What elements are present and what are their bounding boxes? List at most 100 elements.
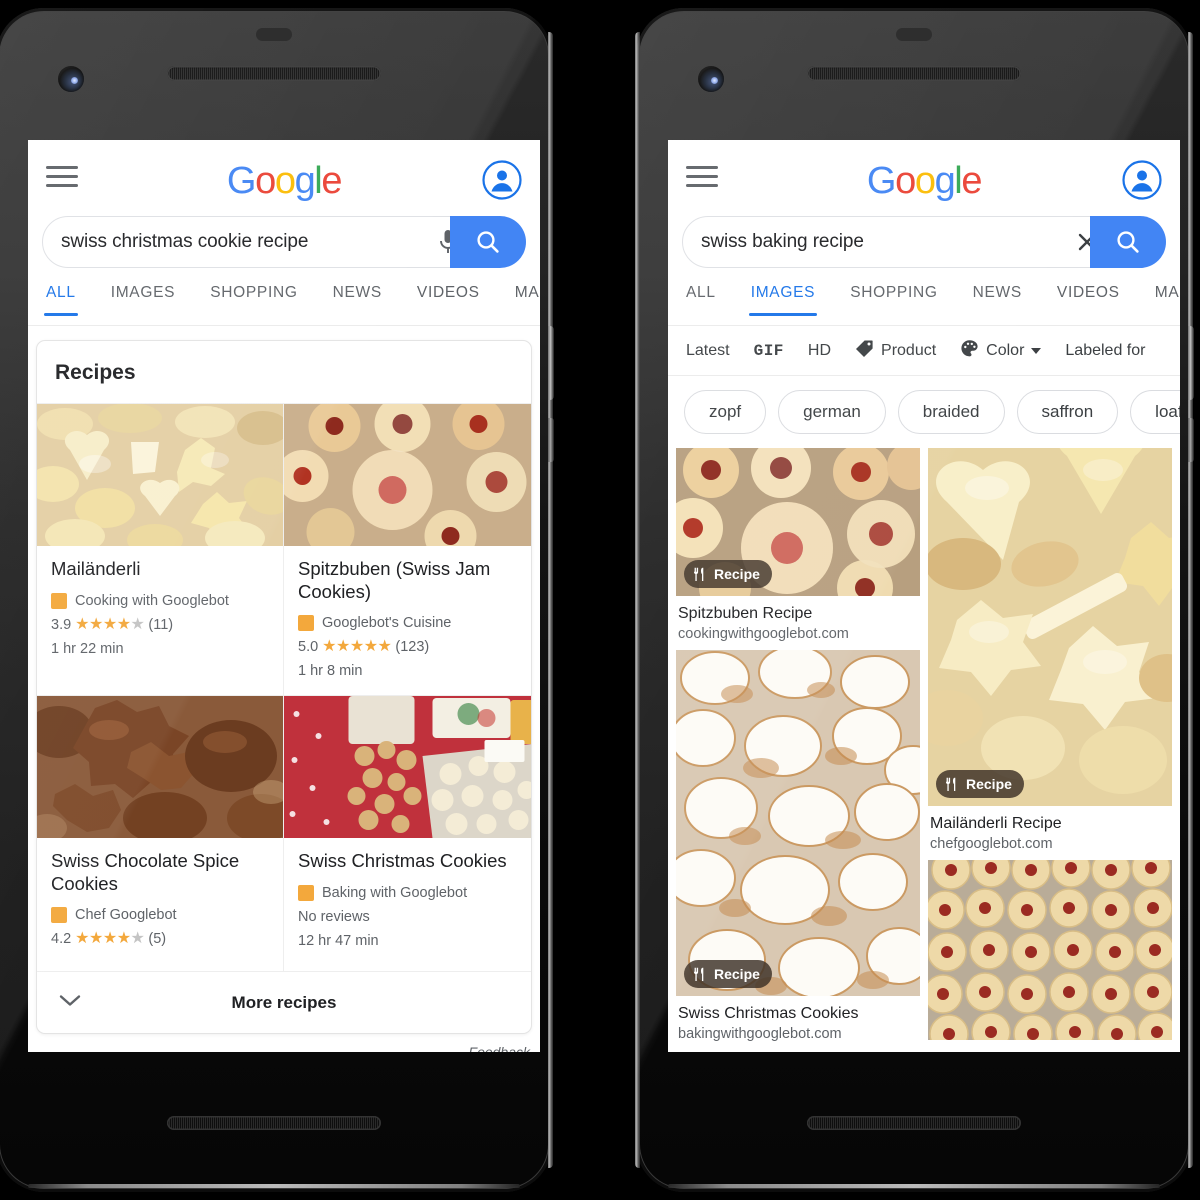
recipe-source-row: Googlebot's Cuisine: [298, 615, 517, 632]
image-caption: Swiss Christmas Cookies bakingwithgoogle…: [676, 996, 920, 1042]
tab-maps[interactable]: MAPS: [1155, 282, 1180, 302]
tab-shopping[interactable]: SHOPPING: [850, 282, 937, 302]
earpiece-speaker: [167, 66, 381, 81]
image-result-item[interactable]: Recipe Swiss Christmas Cookies bakingwit…: [676, 650, 920, 1042]
power-button[interactable]: [548, 326, 554, 400]
image-title: Spitzbuben Recipe: [678, 605, 813, 622]
recipe-source-row: Baking with Googlebot: [298, 884, 517, 901]
tab-images[interactable]: IMAGES: [748, 282, 817, 316]
palette-icon: [960, 339, 979, 363]
recipe-badge: Recipe: [684, 560, 772, 588]
recipe-source: Googlebot's Cuisine: [322, 615, 452, 632]
screenshot-stage: Google swiss christmas cookie recipe ALL…: [0, 0, 1200, 1200]
search-input[interactable]: swiss baking recipe: [682, 216, 1118, 268]
logo-letter: o: [255, 160, 276, 202]
recipe-source-row: Chef Googlebot: [51, 907, 269, 924]
rating-stars-icon: ★★★★★: [75, 930, 145, 948]
image-result-item[interactable]: [928, 860, 1172, 1040]
phone-right-rail: [548, 32, 553, 1168]
chip-german[interactable]: german: [778, 390, 886, 434]
recipe-card-item[interactable]: Mailänderli Cooking with Googlebot 3.9 ★…: [37, 403, 284, 696]
filter-gif[interactable]: GIF: [754, 342, 784, 360]
recipes-card-title: Recipes: [55, 361, 136, 384]
filter-latest[interactable]: Latest: [686, 342, 730, 360]
filter-hd[interactable]: HD: [808, 342, 831, 360]
recipe-card-item[interactable]: Swiss Christmas Cookies Baking with Goog…: [284, 695, 531, 971]
recipe-name: Swiss Christmas Cookies: [298, 850, 507, 872]
tab-images[interactable]: IMAGES: [111, 282, 176, 302]
chip-saffron[interactable]: saffron: [1016, 390, 1119, 434]
hamburger-icon[interactable]: [46, 166, 78, 190]
chip-loaf[interactable]: loaf: [1130, 390, 1180, 434]
chevron-down-icon: [59, 993, 81, 1012]
recipe-source: Cooking with Googlebot: [75, 592, 229, 609]
tab-videos[interactable]: VIDEOS: [1057, 282, 1120, 302]
recipe-review-count: No reviews: [298, 908, 370, 925]
recipe-card-item[interactable]: Spitzbuben (Swiss Jam Cookies) Googlebot…: [284, 403, 531, 695]
filter-label: GIF: [753, 341, 784, 360]
filter-product[interactable]: Product: [855, 339, 936, 363]
phone-bottom-rail: [668, 1184, 1160, 1188]
recipes-grid: Mailänderli Cooking with Googlebot 3.9 ★…: [37, 403, 531, 972]
image-results-grid: Recipe Spitzbuben Recipe cookingwithgoog…: [668, 448, 1180, 1042]
image-result-item[interactable]: Recipe Spitzbuben Recipe cookingwithgoog…: [676, 448, 920, 642]
hamburger-icon[interactable]: [686, 166, 718, 190]
recipe-rating-row: 3.9 ★★★★★ (11): [51, 616, 269, 633]
recipe-source: Baking with Googlebot: [322, 884, 468, 901]
more-recipes-button[interactable]: More recipes: [37, 971, 531, 1033]
image-thumbnail-coconut-macaroons[interactable]: Recipe: [676, 650, 920, 996]
search-input[interactable]: swiss christmas cookie recipe: [42, 216, 478, 268]
search-submit-button[interactable]: [1090, 216, 1166, 268]
search-submit-button[interactable]: [450, 216, 526, 268]
image-thumbnail-spitzbuben[interactable]: Recipe: [676, 448, 920, 596]
recipe-rating-row: 5.0 ★★★★★ (123): [298, 639, 517, 656]
favicon-icon: [298, 615, 314, 632]
filter-labeled-for[interactable]: Labeled for: [1065, 342, 1145, 360]
logo-letter: o: [895, 160, 916, 202]
image-results-column-left: Recipe Spitzbuben Recipe cookingwithgoog…: [676, 448, 920, 1042]
filter-color[interactable]: Color: [960, 339, 1042, 363]
recipe-review-count: (5): [148, 931, 167, 948]
search-query-text: swiss baking recipe: [701, 231, 864, 252]
logo-letter: G: [866, 160, 897, 202]
recipe-name: Spitzbuben (Swiss Jam Cookies): [298, 558, 491, 602]
related-chips-row: zopf german braided saffron loaf: [668, 376, 1180, 448]
tab-videos[interactable]: VIDEOS: [417, 282, 480, 302]
image-thumbnail-linzer-tray[interactable]: [928, 860, 1172, 1040]
tab-news[interactable]: NEWS: [333, 282, 382, 302]
image-result-item[interactable]: Recipe Mailänderli Recipe chefgooglebot.…: [928, 448, 1172, 852]
recipe-rating-row: 4.2 ★★★★★ (5): [51, 930, 269, 948]
tab-all[interactable]: ALL: [686, 282, 716, 302]
google-header-left: Google: [28, 140, 540, 216]
tab-all[interactable]: ALL: [44, 282, 78, 316]
image-source-url: chefgooglebot.com: [930, 836, 1053, 852]
badge-label: Recipe: [714, 966, 760, 982]
power-button[interactable]: [1188, 326, 1194, 400]
tab-shopping[interactable]: SHOPPING: [210, 282, 297, 302]
image-title: Swiss Christmas Cookies: [678, 1005, 859, 1022]
tab-maps[interactable]: MAPS: [515, 282, 540, 302]
tab-news[interactable]: NEWS: [973, 282, 1022, 302]
badge-label: Recipe: [714, 566, 760, 582]
search-bar-left: swiss christmas cookie recipe: [42, 216, 526, 268]
recipe-badge: Recipe: [684, 960, 772, 988]
chip-braided[interactable]: braided: [897, 390, 1005, 434]
image-title: Mailänderli Recipe: [930, 815, 1062, 832]
screen-right: Google swiss baking recipe ALL IMAGES SH…: [668, 140, 1180, 1052]
favicon-icon: [298, 884, 314, 901]
recipe-photo-chocolate-spice: [37, 696, 283, 839]
account-circle-icon[interactable]: [482, 160, 522, 200]
recipe-card-item[interactable]: Swiss Chocolate Spice Cookies Chef Googl…: [37, 695, 284, 972]
image-thumbnail-mailanderli[interactable]: Recipe: [928, 448, 1172, 806]
chip-zopf[interactable]: zopf: [684, 390, 767, 434]
screen-left: Google swiss christmas cookie recipe ALL…: [28, 140, 540, 1052]
image-source-url: bakingwithgooglebot.com: [678, 1026, 842, 1042]
volume-button[interactable]: [548, 418, 554, 462]
google-header-right: Google: [668, 140, 1180, 216]
account-circle-icon[interactable]: [1122, 160, 1162, 200]
bottom-speaker: [167, 1116, 381, 1130]
more-recipes-label: More recipes: [231, 992, 337, 1012]
cutlery-icon: [945, 777, 959, 792]
feedback-link[interactable]: Feedback: [28, 1034, 540, 1052]
volume-button[interactable]: [1188, 418, 1194, 462]
